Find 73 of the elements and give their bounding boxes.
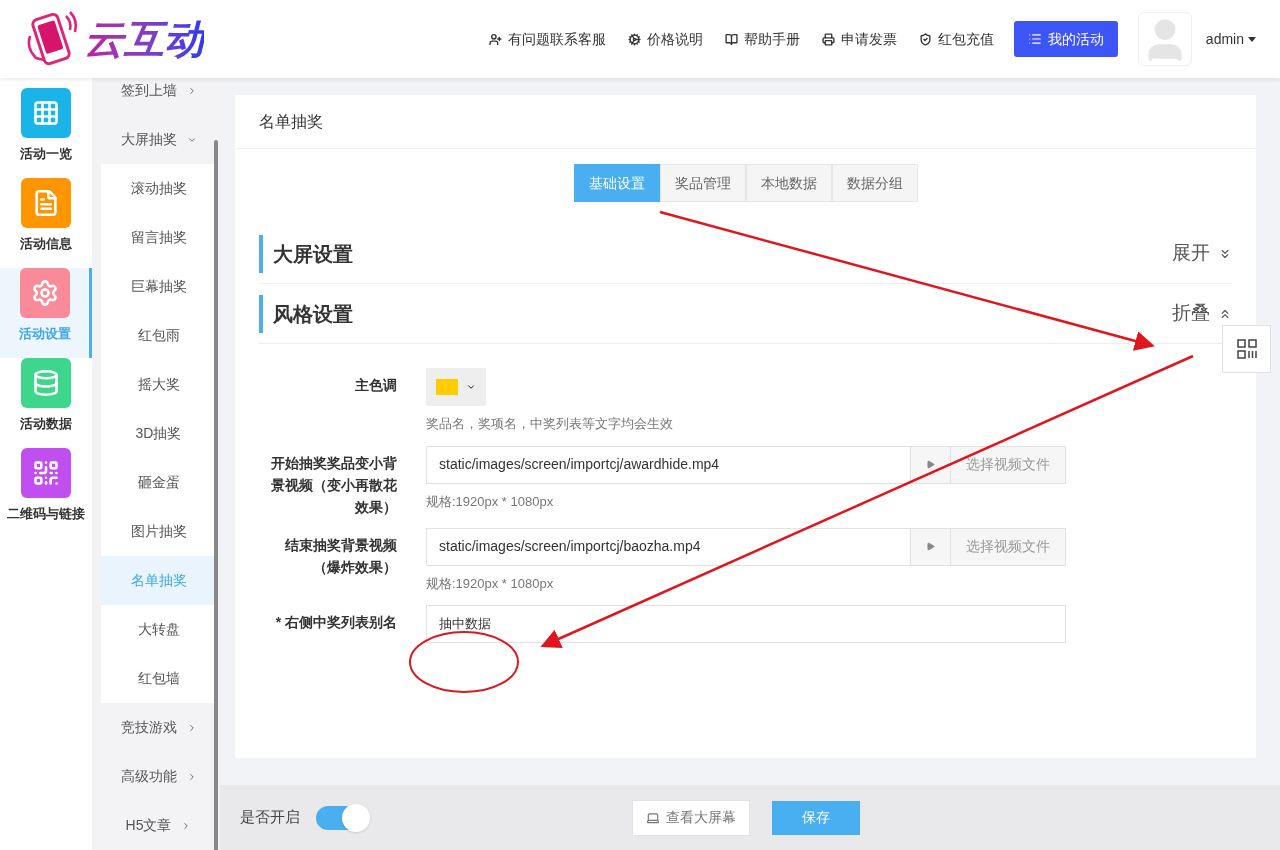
submenu-item[interactable]: 红包雨 xyxy=(101,311,216,360)
section-title: 风格设置 xyxy=(259,294,353,333)
nav-label: 活动一览 xyxy=(20,145,72,163)
section-toggle[interactable]: 展开 xyxy=(1172,239,1232,268)
submenu-item[interactable]: 图片抽奖 xyxy=(101,507,216,556)
nav-label: 活动设置 xyxy=(18,325,71,343)
avatar xyxy=(1137,12,1192,66)
header-link[interactable]: 申请发票 xyxy=(821,28,897,50)
submenu-item[interactable]: 红包墙 xyxy=(101,654,216,703)
nav-item[interactable]: 活动信息 xyxy=(0,178,92,268)
field-hint: 奖品名，奖项名，中奖列表等文字均会生效 xyxy=(426,415,673,433)
card-title: 名单抽奖 xyxy=(259,111,323,132)
nav-item[interactable]: 二维码与链接 xyxy=(0,448,92,538)
submenu-group[interactable]: 签到上墙 xyxy=(101,78,216,115)
play-icon xyxy=(926,460,935,469)
caret-icon xyxy=(1248,36,1256,42)
section-title: 大屏设置 xyxy=(259,234,353,273)
database-icon xyxy=(32,369,60,397)
submenu-item[interactable]: 砸金蛋 xyxy=(101,458,216,507)
view-screen-button[interactable]: 查看大屏幕 xyxy=(632,799,750,836)
grid-icon xyxy=(1236,339,1257,359)
nav-item[interactable]: 活动数据 xyxy=(0,358,92,448)
file-field[interactable]: static/images/screen/importcj/awardhide.mp4 选择视频文件 xyxy=(426,445,1066,484)
nav-label: 二维码与链接 xyxy=(7,505,85,523)
field-label: 结束抽奖背景视频（爆炸效果） xyxy=(284,535,397,577)
nav-label: 活动数据 xyxy=(20,415,72,433)
grid-icon xyxy=(32,99,60,127)
play-icon xyxy=(926,542,935,551)
field-label: 开始抽奖奖品变小背景视频（变小再散花效果） xyxy=(270,453,397,517)
field-hint: 规格:1920px * 1080px xyxy=(426,492,555,511)
tab[interactable]: 奖品管理 xyxy=(659,164,746,202)
header-link[interactable]: 有问题联系客服 xyxy=(488,28,606,50)
submenu-group[interactable]: 高级功能 xyxy=(101,752,216,801)
field-label: 主色调 xyxy=(354,376,397,395)
shield-icon xyxy=(918,32,932,46)
submenu-item[interactable]: 滚动抽奖 xyxy=(101,164,216,213)
play-button[interactable] xyxy=(910,446,950,483)
my-activity-button[interactable]: 我的活动 xyxy=(1013,21,1118,57)
book-icon xyxy=(724,32,738,46)
header-link[interactable]: 红包充值 xyxy=(918,28,994,50)
printer-icon xyxy=(821,32,835,46)
nav-label: 活动信息 xyxy=(20,235,72,253)
gear-icon xyxy=(627,32,641,46)
input-field[interactable]: 抽中数据 xyxy=(426,605,1066,643)
scrollbar-thumb[interactable] xyxy=(214,140,218,850)
logo-text: 云互动 xyxy=(84,19,204,59)
submenu-group[interactable]: 竞技游戏 xyxy=(101,703,216,752)
tab[interactable]: 数据分组 xyxy=(831,164,918,202)
submenu-item[interactable]: 3D抽奖 xyxy=(101,409,216,458)
qr-float-button[interactable] xyxy=(1222,325,1271,373)
submenu-item[interactable]: 留言抽奖 xyxy=(101,213,216,262)
laptop-icon xyxy=(646,810,660,825)
section-toggle[interactable]: 折叠 xyxy=(1172,299,1232,328)
toggle-label: 是否开启 xyxy=(240,807,300,828)
submenu-group[interactable]: H5文章 xyxy=(101,801,216,850)
header-link[interactable]: 价格说明 xyxy=(627,28,703,50)
submenu-item[interactable]: 大转盘 xyxy=(101,605,216,654)
header-link[interactable]: 帮助手册 xyxy=(724,28,800,50)
submenu-item[interactable]: 摇大奖 xyxy=(101,360,216,409)
list-icon xyxy=(1027,32,1042,46)
document-icon xyxy=(32,189,60,217)
chevron-down-icon xyxy=(466,382,476,392)
nav-item[interactable]: 活动一览 xyxy=(0,88,92,178)
user-menu[interactable]: admin xyxy=(1205,28,1256,50)
color-picker[interactable] xyxy=(426,368,486,406)
submenu-group[interactable]: 大屏抽奖 xyxy=(101,115,216,164)
field-label: * 右侧中奖列表别名 xyxy=(274,613,397,632)
field-hint: 规格:1920px * 1080px xyxy=(426,574,555,593)
qr-code-icon xyxy=(32,459,60,487)
submenu-item[interactable]: 巨幕抽奖 xyxy=(101,262,216,311)
settings-icon xyxy=(30,279,59,307)
tab[interactable]: 本地数据 xyxy=(745,164,832,202)
user-plus-icon xyxy=(488,32,502,46)
